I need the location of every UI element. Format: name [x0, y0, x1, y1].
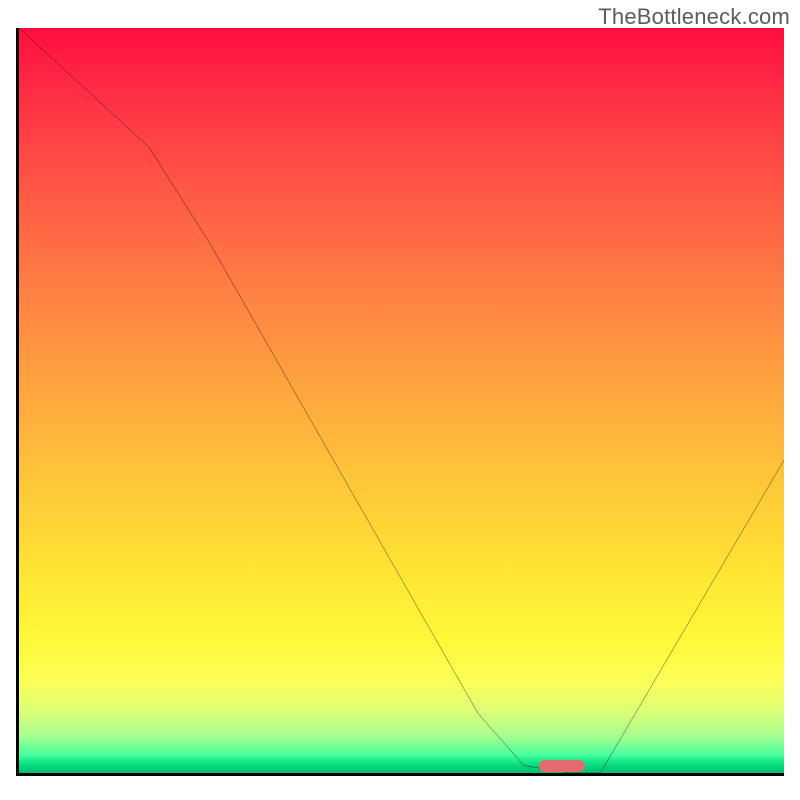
plot-area [16, 28, 784, 776]
watermark-text: TheBottleneck.com [598, 4, 790, 30]
heat-gradient-background [19, 28, 784, 773]
chart-container: TheBottleneck.com [0, 0, 800, 800]
optimal-point-marker [539, 760, 585, 772]
